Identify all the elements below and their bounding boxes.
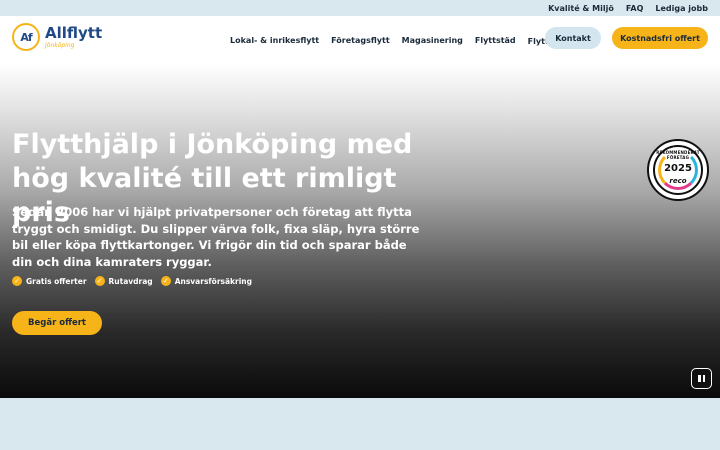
feature-item: ✓ Ansvarsförsäkring	[160, 276, 253, 286]
check-icon: ✓	[160, 276, 171, 286]
nav-item-business-moving[interactable]: Företagsflytt	[331, 36, 390, 45]
pause-video-button[interactable]	[691, 368, 712, 389]
pause-icon	[702, 375, 705, 382]
feature-label: Ansvarsförsäkring	[174, 276, 253, 286]
logo-text: Allflytt Jönköping	[45, 23, 103, 49]
badge-brand: reco	[669, 177, 687, 185]
nav-item-local-moving[interactable]: Lokal- & inrikesflytt	[230, 36, 319, 45]
site-header: Af Allflytt Jönköping Lokal- & inrikesfl…	[0, 16, 720, 64]
logo-subtitle: Jönköping	[45, 41, 75, 49]
feature-item: ✓ Rutavdrag	[94, 276, 153, 286]
site-logo[interactable]: Af Allflytt Jönköping	[12, 23, 102, 51]
topbar-link-faq[interactable]: FAQ	[626, 4, 644, 13]
logo-icon: Af	[12, 23, 40, 51]
check-icon: ✓	[94, 276, 105, 286]
logo-mark-text: Af	[20, 30, 32, 44]
feature-label: Gratis offerter	[26, 276, 87, 286]
badge-year: 2025	[664, 163, 692, 174]
logo-name: Allflytt	[45, 23, 103, 42]
reco-badge: REKOMMENDERAT FÖRETAG 2025 reco	[647, 139, 709, 201]
utility-bar: Kvalité & Miljö FAQ Lediga jobb	[0, 0, 720, 16]
feature-label: Rutavdrag	[108, 276, 153, 286]
request-quote-button[interactable]: Begär offert	[12, 311, 102, 335]
nav-item-cleaning[interactable]: Flyttstäd	[475, 36, 516, 45]
pause-icon	[698, 375, 701, 382]
feature-item: ✓ Gratis offerter	[12, 276, 87, 286]
hero-section: Flytthjälp i Jönköping med hög kvalité t…	[0, 64, 720, 398]
feature-list: ✓ Gratis offerter ✓ Rutavdrag ✓ Ansvarsf…	[12, 276, 252, 286]
nav-item-storage[interactable]: Magasinering	[402, 36, 463, 45]
check-icon: ✓	[12, 276, 22, 286]
free-quote-button[interactable]: Kostnadsfri offert	[612, 27, 708, 49]
badge-top-text: REKOMMENDERAT FÖRETAG	[656, 150, 700, 160]
contact-button[interactable]: Kontakt	[545, 27, 601, 49]
main-nav: Lokal- & inrikesflytt Företagsflytt Maga…	[230, 16, 564, 64]
topbar-link-quality[interactable]: Kvalité & Miljö	[548, 4, 614, 13]
hero-description: Sedan 2006 har vi hjälpt privatpersoner …	[12, 205, 420, 269]
topbar-link-jobs[interactable]: Lediga jobb	[655, 4, 708, 13]
